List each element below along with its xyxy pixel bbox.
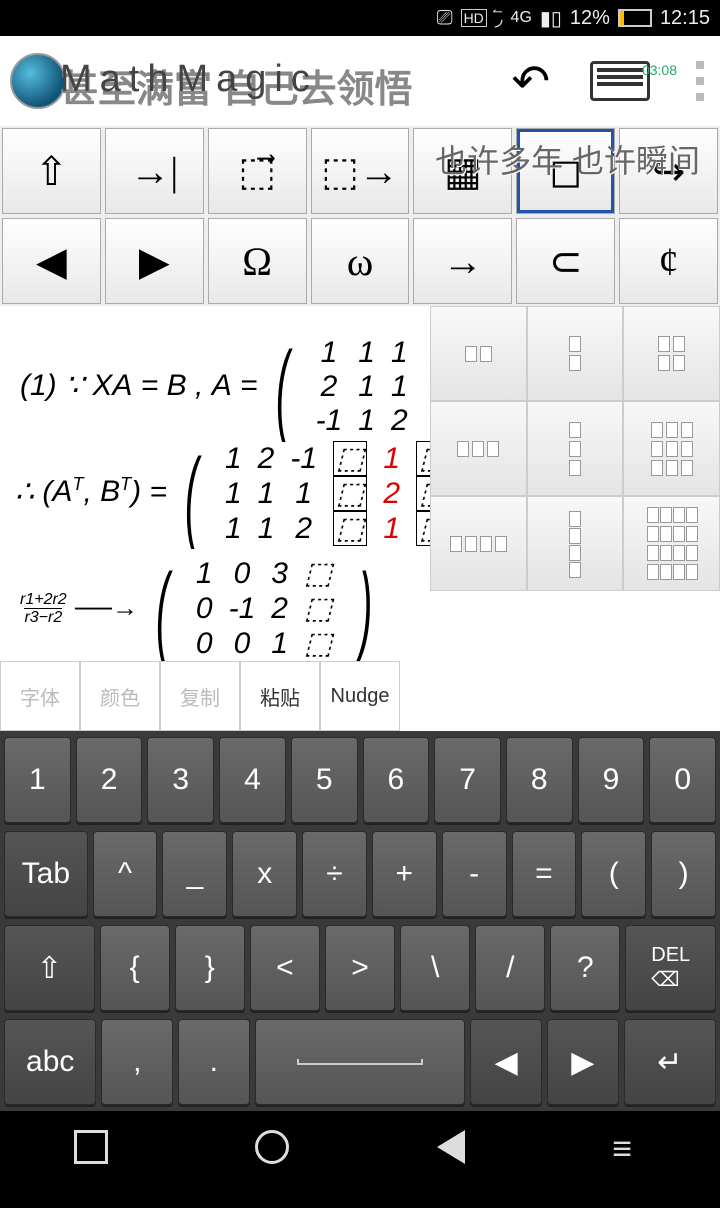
undo-icon[interactable]: ↶ [511, 54, 550, 108]
palette-1x4[interactable] [430, 496, 527, 591]
key-abc[interactable]: abc [4, 1019, 96, 1105]
key-equals[interactable]: = [512, 831, 577, 917]
menu-icon[interactable] [690, 61, 710, 101]
key-enter[interactable]: ↵ [624, 1019, 716, 1105]
key-underscore[interactable]: _ [162, 831, 227, 917]
equation-canvas[interactable]: (1) ∵ XA = B , A = ( 111 211 -112 ∴ (AT,… [0, 306, 720, 661]
key-comma[interactable]: , [101, 1019, 173, 1105]
key-minus[interactable]: - [442, 831, 507, 917]
globe-icon[interactable] [10, 53, 66, 109]
key-3[interactable]: 3 [147, 737, 214, 823]
palette-2x1[interactable] [527, 306, 624, 401]
palette-1x3[interactable] [430, 401, 527, 496]
key-divide[interactable]: ÷ [302, 831, 367, 917]
battery-pct: 12% [570, 7, 610, 30]
tool-cent[interactable]: ¢ [619, 218, 718, 304]
palette-4x4[interactable] [623, 496, 720, 591]
key-2[interactable]: 2 [76, 737, 143, 823]
android-nav: ≡ [0, 1111, 720, 1183]
tool-next[interactable]: ▶ [105, 218, 204, 304]
palette-3x3[interactable] [623, 401, 720, 496]
network-icon: 4G [511, 9, 532, 27]
key-tab[interactable]: Tab [4, 831, 88, 917]
tool-indent[interactable]: ⬚⃗ [208, 128, 307, 214]
clock: 12:15 [660, 7, 710, 30]
tool-tab[interactable]: →| [105, 128, 204, 214]
app-title: MathMagic [60, 58, 318, 101]
key-6[interactable]: 6 [363, 737, 430, 823]
app-header: MathMagic 甚至满富 自己去领悟 ↶ 03:08 [0, 36, 720, 126]
key-8[interactable]: 8 [506, 737, 573, 823]
matrix-palette [430, 306, 720, 591]
key-lparen[interactable]: ( [581, 831, 646, 917]
key-slash[interactable]: / [475, 925, 545, 1011]
kbd-badge: 03:08 [642, 62, 677, 78]
key-del[interactable]: DEL⌫ [625, 925, 716, 1011]
tool-lower-omega[interactable]: ω [311, 218, 410, 304]
key-space[interactable] [255, 1019, 466, 1105]
key-1[interactable]: 1 [4, 737, 71, 823]
key-question[interactable]: ? [550, 925, 620, 1011]
keyboard-icon[interactable]: 03:08 [590, 61, 650, 101]
lyric-overlay-2: 也许多年 也许瞬间 [435, 136, 700, 182]
tool-prev[interactable]: ◀ [2, 218, 101, 304]
key-shift[interactable]: ⇧ [4, 925, 95, 1011]
tab-paste[interactable]: 粘贴 [240, 661, 320, 731]
tab-copy[interactable]: 复制 [160, 661, 240, 731]
nav-home-icon[interactable] [255, 1130, 289, 1164]
equation-3: r1+2r2r3−r2 ──→ ( 103⬚ 0-12⬚ 001⬚ ) [20, 556, 382, 661]
signal-icon: ▮▯ [540, 6, 562, 31]
key-caret[interactable]: ^ [93, 831, 158, 917]
equation-1: (1) ∵ XA = B , A = ( 111 211 -112 [20, 336, 416, 438]
key-left[interactable]: ◀ [470, 1019, 542, 1105]
toolbar: 也许多年 也许瞬间 ⇧ →| ⬚⃗ ⬚→ ▦ ◻ ↪ ◀ ▶ Ω ω → ⊂ ¢ [0, 126, 720, 306]
key-period[interactable]: . [178, 1019, 250, 1105]
palette-2x2[interactable] [623, 306, 720, 401]
tool-shift[interactable]: ⇧ [2, 128, 101, 214]
nav-back-icon[interactable] [437, 1130, 465, 1164]
key-5[interactable]: 5 [291, 737, 358, 823]
key-plus[interactable]: + [372, 831, 437, 917]
key-lt[interactable]: < [250, 925, 320, 1011]
key-4[interactable]: 4 [219, 737, 286, 823]
tab-color[interactable]: 颜色 [80, 661, 160, 731]
soft-keyboard: 1 2 3 4 5 6 7 8 9 0 Tab ^ _ x ÷ + - = ( … [0, 731, 720, 1111]
tool-subset[interactable]: ⊂ [516, 218, 615, 304]
key-rbrace[interactable]: } [175, 925, 245, 1011]
cast-icon: ⎚ [437, 7, 453, 30]
tool-box[interactable]: ⬚→ [311, 128, 410, 214]
key-lbrace[interactable]: { [100, 925, 170, 1011]
key-7[interactable]: 7 [434, 737, 501, 823]
key-right[interactable]: ▶ [547, 1019, 619, 1105]
wifi-icon: ◞⃐ [495, 6, 503, 31]
palette-3x1[interactable] [527, 401, 624, 496]
palette-1x2[interactable] [430, 306, 527, 401]
key-gt[interactable]: > [325, 925, 395, 1011]
tool-arrow[interactable]: → [413, 218, 512, 304]
status-bar: ⎚ HD ◞⃐ 4G ▮▯ 12% 12:15 [0, 0, 720, 36]
equation-2: ∴ (AT, BT) = ( 12-1⬚1⬚-1 111⬚2⬚0 112⬚1⬚1 [15, 441, 501, 546]
context-tabs: 字体 颜色 复制 粘贴 Nudge [0, 661, 720, 731]
key-x[interactable]: x [232, 831, 297, 917]
palette-4x1[interactable] [527, 496, 624, 591]
battery-icon [618, 9, 652, 27]
tab-nudge[interactable]: Nudge [320, 661, 400, 731]
key-9[interactable]: 9 [578, 737, 645, 823]
nav-menu-icon[interactable]: ≡ [612, 1130, 646, 1164]
tool-upper-omega[interactable]: Ω [208, 218, 307, 304]
key-rparen[interactable]: ) [651, 831, 716, 917]
key-backslash[interactable]: \ [400, 925, 470, 1011]
hd-icon: HD [461, 9, 487, 27]
key-0[interactable]: 0 [649, 737, 716, 823]
tab-font[interactable]: 字体 [0, 661, 80, 731]
nav-recent-icon[interactable] [74, 1130, 108, 1164]
